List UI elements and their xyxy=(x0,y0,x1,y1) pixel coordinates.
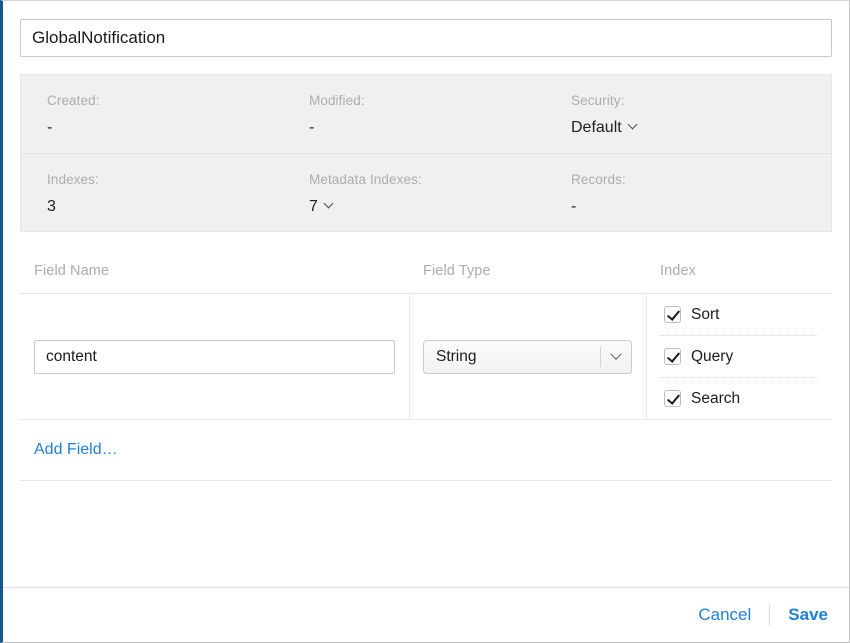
records-label: Records: xyxy=(571,172,626,187)
cell-field-name xyxy=(20,294,409,419)
security-dropdown[interactable]: Default xyxy=(571,118,831,138)
window-body: Created: - Modified: - Security: Default xyxy=(3,1,849,587)
security-label: Security: xyxy=(571,93,625,108)
checkbox-query[interactable] xyxy=(664,348,681,365)
metadata-indexes-label: Metadata Indexes: xyxy=(309,172,422,187)
created-value: - xyxy=(47,119,53,136)
field-type-select[interactable]: String xyxy=(423,339,632,374)
table-row: String Sort Query xyxy=(20,294,832,420)
metadata-panel: Created: - Modified: - Security: Default xyxy=(20,74,832,232)
chevron-down-icon xyxy=(325,200,334,209)
records-value: - xyxy=(571,198,577,215)
metadata-created: Created: - xyxy=(21,75,283,153)
modified-value: - xyxy=(309,119,315,136)
save-button[interactable]: Save xyxy=(778,605,828,625)
field-name-input[interactable] xyxy=(34,339,395,374)
checkbox-query-label: Query xyxy=(691,347,734,365)
footer-divider xyxy=(769,605,771,625)
class-editor-window: Created: - Modified: - Security: Default xyxy=(0,0,850,643)
checkbox-search-label: Search xyxy=(691,389,741,407)
cancel-button[interactable]: Cancel xyxy=(688,605,761,625)
security-value: Default xyxy=(571,119,622,136)
add-field-button[interactable]: Add Field… xyxy=(34,441,118,459)
cell-index-options: Sort Query Search xyxy=(646,294,832,419)
checkbox-search[interactable] xyxy=(664,390,681,407)
field-type-header: Field Type xyxy=(423,263,491,279)
fields-table-header: Field Name Field Type Index xyxy=(20,249,832,294)
created-label: Created: xyxy=(47,93,100,108)
cell-field-type: String xyxy=(409,294,646,419)
chevron-down-icon xyxy=(601,348,631,361)
indexes-label: Indexes: xyxy=(47,172,99,187)
metadata-modified: Modified: - xyxy=(283,75,545,153)
class-name-input[interactable] xyxy=(20,19,832,57)
metadata-indexes: Indexes: 3 xyxy=(21,154,283,231)
metadata-row-bottom: Indexes: 3 Metadata Indexes: 7 Records: … xyxy=(21,153,831,231)
indexes-value: 3 xyxy=(47,198,56,215)
metadata-records: Records: - xyxy=(545,154,831,231)
modified-label: Modified: xyxy=(309,93,365,108)
class-name-row xyxy=(20,1,832,57)
metadata-indexes-dropdown[interactable]: 7 xyxy=(309,197,545,217)
add-field-row: Add Field… xyxy=(20,420,832,481)
header-cell-field-type: Field Type xyxy=(409,262,646,280)
checkbox-sort-label: Sort xyxy=(691,305,720,323)
column-separator xyxy=(646,294,647,419)
index-header: Index xyxy=(660,263,696,279)
field-name-header: Field Name xyxy=(34,263,110,279)
checkbox-sort[interactable] xyxy=(664,306,681,323)
column-separator xyxy=(409,294,410,419)
metadata-row-top: Created: - Modified: - Security: Default xyxy=(21,75,831,153)
header-cell-field-name: Field Name xyxy=(20,262,409,280)
index-option-search[interactable]: Search xyxy=(660,377,818,419)
field-type-value: String xyxy=(436,347,477,365)
dialog-footer: Cancel Save xyxy=(3,587,849,642)
metadata-metadata-indexes: Metadata Indexes: 7 xyxy=(283,154,545,231)
index-option-sort[interactable]: Sort xyxy=(660,294,818,335)
index-option-query[interactable]: Query xyxy=(660,335,818,377)
header-cell-index: Index xyxy=(646,262,832,280)
chevron-down-icon xyxy=(629,121,638,130)
metadata-security: Security: Default xyxy=(545,75,831,153)
fields-table: Field Name Field Type Index String xyxy=(20,249,832,481)
metadata-indexes-value: 7 xyxy=(309,198,318,215)
